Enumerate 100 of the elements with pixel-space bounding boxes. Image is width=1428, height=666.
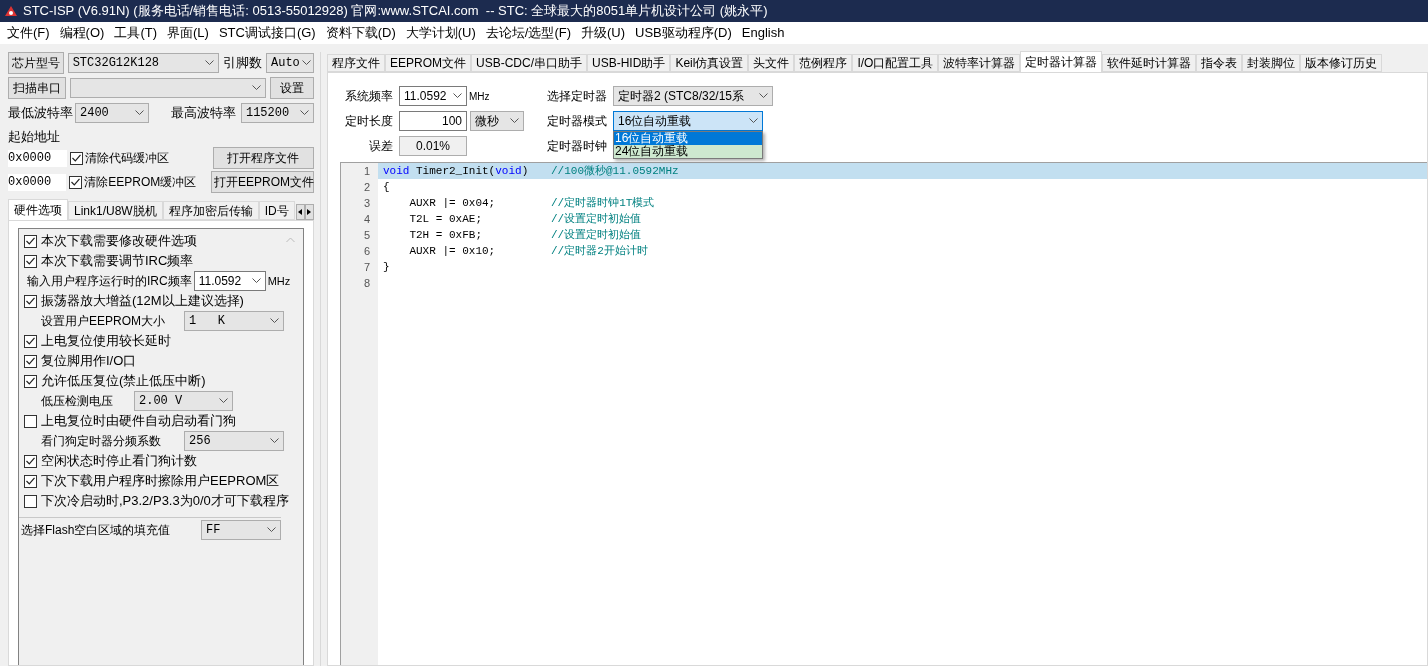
dropdown[interactable]: 2.00 V xyxy=(134,391,233,411)
menu-item[interactable]: 资料下载(D) xyxy=(320,23,401,43)
chevron-down-icon xyxy=(510,118,519,124)
checkmark-icon xyxy=(26,297,35,305)
tab[interactable]: 波特率计算器 xyxy=(938,54,1021,72)
field-label: 定时长度 xyxy=(345,113,394,130)
tab[interactable]: Link1/U8W脱机 xyxy=(68,201,163,220)
tab[interactable]: USB-CDC/串口助手 xyxy=(471,54,588,72)
tab[interactable]: USB-HID助手 xyxy=(587,54,671,72)
menu-item[interactable]: USB驱动程序(D) xyxy=(630,23,737,43)
address-field[interactable]: 0x0000 xyxy=(8,149,67,167)
option-label: 低压检测电压 xyxy=(41,393,114,410)
tab[interactable]: 头文件 xyxy=(748,54,795,72)
scroll-left-icon[interactable] xyxy=(295,204,305,220)
checkbox[interactable] xyxy=(69,151,83,165)
tab[interactable]: 软件延时计算器 xyxy=(1102,54,1197,72)
dropdown[interactable]: 1 K xyxy=(184,311,284,331)
checkmark-icon xyxy=(26,377,35,385)
address-field[interactable]: 0x0000 xyxy=(8,173,67,191)
button[interactable]: 打开程序文件 xyxy=(212,147,314,169)
dropdown-option[interactable]: 16位自动重载 xyxy=(614,132,762,145)
duration-field[interactable]: 100 xyxy=(399,111,467,131)
tab[interactable]: 范例程序 xyxy=(794,54,853,72)
option-label: 上电复位时由硬件自动启动看门狗 xyxy=(41,412,236,431)
code-line: } xyxy=(382,260,391,275)
dropdown[interactable]: 2400 xyxy=(75,102,149,123)
tab[interactable]: 指令表 xyxy=(1196,54,1243,72)
tab[interactable]: 封装脚位 xyxy=(1242,54,1301,72)
unit-label: MHz xyxy=(469,89,491,104)
checkbox[interactable] xyxy=(24,494,37,508)
checkbox[interactable] xyxy=(24,374,37,388)
dropdown[interactable]: STC32G12K128 xyxy=(67,52,219,73)
menu-item[interactable]: 升级(U) xyxy=(576,23,631,43)
checkmark-icon xyxy=(26,237,35,245)
button[interactable]: 芯片型号 xyxy=(8,51,64,74)
menu-item[interactable]: 去论坛/选型(F) xyxy=(480,23,576,43)
chevron-down-icon xyxy=(270,438,279,444)
button[interactable]: 扫描串口 xyxy=(8,76,66,99)
checkbox[interactable] xyxy=(24,414,37,428)
dropdown[interactable]: 256 xyxy=(184,431,284,451)
mode-dropdown[interactable]: 16位自动重载 xyxy=(613,111,763,131)
option-label: 输入用户程序运行时的IRC频率 xyxy=(27,273,192,290)
line-number: 2 xyxy=(341,179,378,195)
pins-label: 引脚数 xyxy=(223,53,262,72)
checkmark-icon xyxy=(26,357,35,365)
tab[interactable]: Keil仿真设置 xyxy=(670,54,749,72)
tab[interactable]: EEPROM文件 xyxy=(385,54,471,72)
tab[interactable]: 硬件选项 xyxy=(8,199,68,220)
field-label: 误差 xyxy=(368,138,394,155)
dropdown-option[interactable]: 24位自动重载 xyxy=(614,145,762,158)
menu-item[interactable]: English xyxy=(736,23,790,43)
field-label: 定时器模式 xyxy=(547,113,608,130)
error-field: 0.01% xyxy=(399,136,467,156)
dropdown[interactable]: 115200 xyxy=(240,102,314,123)
unit-dropdown[interactable]: 微秒 xyxy=(470,111,524,131)
code-line: { xyxy=(382,180,391,195)
frequency-field[interactable]: 11.0592 xyxy=(399,86,467,106)
scroll-right-icon[interactable] xyxy=(304,204,314,220)
checkbox[interactable] xyxy=(24,474,37,488)
tab[interactable]: 程序加密后传输 xyxy=(162,201,259,220)
menu-item[interactable]: STC调试接口(G) xyxy=(213,23,321,43)
chevron-down-icon xyxy=(134,109,144,116)
chevron-down-icon xyxy=(301,59,311,66)
dropdown[interactable]: Auto xyxy=(266,52,314,73)
chevron-down-icon xyxy=(270,318,279,324)
option-label: 设置用户EEPROM大小 xyxy=(41,313,166,330)
option-label: 允许低压复位(禁止低压中断) xyxy=(41,372,206,391)
button[interactable]: 打开EEPROM文件 xyxy=(211,171,314,193)
checkbox[interactable] xyxy=(24,234,37,248)
menu-item[interactable]: 界面(L) xyxy=(162,23,214,43)
line-number: 6 xyxy=(341,243,378,259)
checkmark-icon xyxy=(71,178,81,186)
tab[interactable]: 定时器计算器 xyxy=(1020,51,1103,72)
option-label: 上电复位使用较长延时 xyxy=(41,332,171,351)
checkbox[interactable] xyxy=(69,175,83,189)
button[interactable]: 设置 xyxy=(270,76,314,99)
dropdown[interactable]: 定时器2 (STC8/32/15系 xyxy=(613,86,773,106)
checkbox[interactable] xyxy=(24,354,37,368)
menu-item[interactable]: 工具(T) xyxy=(109,23,162,43)
checkbox[interactable] xyxy=(24,294,37,308)
menu-item[interactable]: 文件(F) xyxy=(2,23,55,43)
code-line: T2H = 0xFB; //设置定时初始值 xyxy=(408,228,643,243)
dropdown[interactable]: FF xyxy=(201,520,281,540)
checkmark-icon xyxy=(26,477,35,485)
tab[interactable]: 版本修订历史 xyxy=(1300,54,1383,72)
chevron-down-icon xyxy=(252,84,262,91)
tab[interactable]: I/O口配置工具 xyxy=(852,54,939,72)
menu-item[interactable]: 大学计划(U) xyxy=(400,23,481,43)
unit-label: MHz xyxy=(267,273,291,289)
frequency-field[interactable]: 11.0592 xyxy=(193,271,266,291)
chevron-down-icon xyxy=(251,278,261,284)
option-label: 下次冷启动时,P3.2/P3.3为0/0才可下载程序 xyxy=(41,492,289,511)
checkbox[interactable] xyxy=(24,454,37,468)
checkbox[interactable] xyxy=(24,334,37,348)
min-baud-label: 最低波特率 xyxy=(8,103,73,122)
tab[interactable]: ID号 xyxy=(258,201,295,220)
line-number: 1 xyxy=(341,163,378,179)
checkbox[interactable] xyxy=(24,254,37,268)
menu-item[interactable]: 编程(O) xyxy=(54,23,110,43)
tab[interactable]: 程序文件 xyxy=(327,54,385,72)
